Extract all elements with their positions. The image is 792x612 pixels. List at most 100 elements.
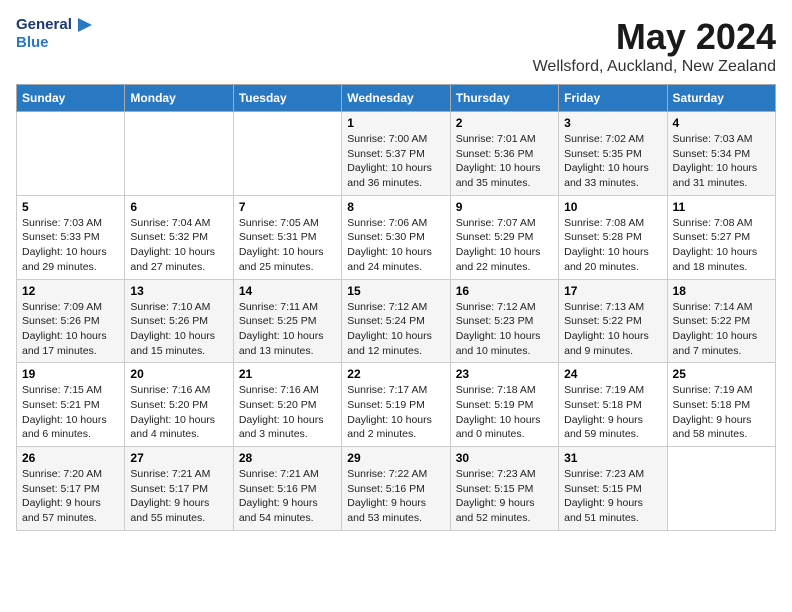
day-number: 7 <box>239 200 336 214</box>
weekday-header-tuesday: Tuesday <box>233 85 341 112</box>
day-number: 11 <box>673 200 770 214</box>
calendar-cell: 3 Sunrise: 7:02 AM Sunset: 5:35 PM Daylig… <box>559 112 667 196</box>
day-info: Sunrise: 7:12 AM Sunset: 5:24 PM Dayligh… <box>347 300 444 359</box>
day-info: Sunrise: 7:21 AM Sunset: 5:16 PM Dayligh… <box>239 467 336 526</box>
calendar-cell: 26 Sunrise: 7:20 AM Sunset: 5:17 PM Dayli… <box>17 447 125 531</box>
day-number: 8 <box>347 200 444 214</box>
day-number: 26 <box>22 451 119 465</box>
weekday-header-thursday: Thursday <box>450 85 558 112</box>
day-info: Sunrise: 7:21 AM Sunset: 5:17 PM Dayligh… <box>130 467 227 526</box>
day-number: 15 <box>347 284 444 298</box>
day-info: Sunrise: 7:17 AM Sunset: 5:19 PM Dayligh… <box>347 383 444 442</box>
day-info: Sunrise: 7:02 AM Sunset: 5:35 PM Dayligh… <box>564 132 661 191</box>
day-info: Sunrise: 7:14 AM Sunset: 5:22 PM Dayligh… <box>673 300 770 359</box>
day-info: Sunrise: 7:15 AM Sunset: 5:21 PM Dayligh… <box>22 383 119 442</box>
calendar-cell: 7 Sunrise: 7:05 AM Sunset: 5:31 PM Daylig… <box>233 195 341 279</box>
day-number: 14 <box>239 284 336 298</box>
day-info: Sunrise: 7:06 AM Sunset: 5:30 PM Dayligh… <box>347 216 444 275</box>
calendar-cell: 20Sunrise: 7:16 AM Sunset: 5:20 PM Dayli… <box>125 363 233 447</box>
calendar-cell: 16 Sunrise: 7:12 AM Sunset: 5:23 PM Dayli… <box>450 279 558 363</box>
day-number: 21 <box>239 367 336 381</box>
day-number: 27 <box>130 451 227 465</box>
page-header: General Blue May 2024 Wellsford, Aucklan… <box>16 16 776 76</box>
day-info: Sunrise: 7:16 AM Sunset: 5:20 PM Dayligh… <box>239 383 336 442</box>
logo-arrow-icon <box>74 16 92 34</box>
day-number: 28 <box>239 451 336 465</box>
day-number: 10 <box>564 200 661 214</box>
day-info: Sunrise: 7:03 AM Sunset: 5:34 PM Dayligh… <box>673 132 770 191</box>
day-number: 12 <box>22 284 119 298</box>
day-info: Sunrise: 7:09 AM Sunset: 5:26 PM Dayligh… <box>22 300 119 359</box>
day-number: 25 <box>673 367 770 381</box>
title-block: May 2024 Wellsford, Auckland, New Zealan… <box>533 16 776 76</box>
calendar-cell: 11Sunrise: 7:08 AM Sunset: 5:27 PM Dayli… <box>667 195 775 279</box>
calendar-cell: 30Sunrise: 7:23 AM Sunset: 5:15 PM Dayli… <box>450 447 558 531</box>
calendar-cell: 28 Sunrise: 7:21 AM Sunset: 5:16 PM Dayli… <box>233 447 341 531</box>
day-number: 1 <box>347 116 444 130</box>
calendar-table: SundayMondayTuesdayWednesdayThursdayFrid… <box>16 84 776 531</box>
day-number: 24 <box>564 367 661 381</box>
calendar-cell: 5Sunrise: 7:03 AM Sunset: 5:33 PM Daylig… <box>17 195 125 279</box>
day-number: 13 <box>130 284 227 298</box>
calendar-cell: 31Sunrise: 7:23 AM Sunset: 5:15 PM Dayli… <box>559 447 667 531</box>
weekday-header-sunday: Sunday <box>17 85 125 112</box>
day-info: Sunrise: 7:13 AM Sunset: 5:22 PM Dayligh… <box>564 300 661 359</box>
calendar-cell <box>125 112 233 196</box>
day-info: Sunrise: 7:08 AM Sunset: 5:28 PM Dayligh… <box>564 216 661 275</box>
day-number: 16 <box>456 284 553 298</box>
day-info: Sunrise: 7:12 AM Sunset: 5:23 PM Dayligh… <box>456 300 553 359</box>
calendar-week-row: 26 Sunrise: 7:20 AM Sunset: 5:17 PM Dayli… <box>17 447 776 531</box>
day-info: Sunrise: 7:23 AM Sunset: 5:15 PM Dayligh… <box>564 467 661 526</box>
calendar-cell: 22Sunrise: 7:17 AM Sunset: 5:19 PM Dayli… <box>342 363 450 447</box>
day-info: Sunrise: 7:04 AM Sunset: 5:32 PM Dayligh… <box>130 216 227 275</box>
day-info: Sunrise: 7:05 AM Sunset: 5:31 PM Dayligh… <box>239 216 336 275</box>
calendar-week-row: 1 Sunrise: 7:00 AM Sunset: 5:37 PM Daylig… <box>17 112 776 196</box>
day-number: 30 <box>456 451 553 465</box>
calendar-cell: 29 Sunrise: 7:22 AM Sunset: 5:16 PM Dayli… <box>342 447 450 531</box>
calendar-cell: 10 Sunrise: 7:08 AM Sunset: 5:28 PM Dayli… <box>559 195 667 279</box>
calendar-cell: 2 Sunrise: 7:01 AM Sunset: 5:36 PM Daylig… <box>450 112 558 196</box>
day-number: 6 <box>130 200 227 214</box>
calendar-cell: 1 Sunrise: 7:00 AM Sunset: 5:37 PM Daylig… <box>342 112 450 196</box>
weekday-header-friday: Friday <box>559 85 667 112</box>
calendar-cell: 24 Sunrise: 7:19 AM Sunset: 5:18 PM Dayli… <box>559 363 667 447</box>
day-info: Sunrise: 7:11 AM Sunset: 5:25 PM Dayligh… <box>239 300 336 359</box>
day-number: 23 <box>456 367 553 381</box>
calendar-cell <box>667 447 775 531</box>
day-info: Sunrise: 7:20 AM Sunset: 5:17 PM Dayligh… <box>22 467 119 526</box>
weekday-header-saturday: Saturday <box>667 85 775 112</box>
calendar-cell: 13 Sunrise: 7:10 AM Sunset: 5:26 PM Dayli… <box>125 279 233 363</box>
calendar-cell: 18 Sunrise: 7:14 AM Sunset: 5:22 PM Dayli… <box>667 279 775 363</box>
calendar-cell: 15 Sunrise: 7:12 AM Sunset: 5:24 PM Dayli… <box>342 279 450 363</box>
day-number: 3 <box>564 116 661 130</box>
calendar-cell <box>17 112 125 196</box>
day-info: Sunrise: 7:19 AM Sunset: 5:18 PM Dayligh… <box>564 383 661 442</box>
day-number: 9 <box>456 200 553 214</box>
day-info: Sunrise: 7:18 AM Sunset: 5:19 PM Dayligh… <box>456 383 553 442</box>
day-number: 17 <box>564 284 661 298</box>
day-number: 19 <box>22 367 119 381</box>
day-number: 29 <box>347 451 444 465</box>
day-number: 20 <box>130 367 227 381</box>
day-info: Sunrise: 7:07 AM Sunset: 5:29 PM Dayligh… <box>456 216 553 275</box>
calendar-cell <box>233 112 341 196</box>
weekday-header-row: SundayMondayTuesdayWednesdayThursdayFrid… <box>17 85 776 112</box>
weekday-header-wednesday: Wednesday <box>342 85 450 112</box>
day-info: Sunrise: 7:01 AM Sunset: 5:36 PM Dayligh… <box>456 132 553 191</box>
calendar-cell: 6 Sunrise: 7:04 AM Sunset: 5:32 PM Daylig… <box>125 195 233 279</box>
day-info: Sunrise: 7:03 AM Sunset: 5:33 PM Dayligh… <box>22 216 119 275</box>
logo: General Blue <box>16 16 92 51</box>
day-info: Sunrise: 7:00 AM Sunset: 5:37 PM Dayligh… <box>347 132 444 191</box>
logo-text: General Blue <box>16 16 92 51</box>
weekday-header-monday: Monday <box>125 85 233 112</box>
calendar-week-row: 19 Sunrise: 7:15 AM Sunset: 5:21 PM Dayli… <box>17 363 776 447</box>
day-number: 18 <box>673 284 770 298</box>
calendar-week-row: 5Sunrise: 7:03 AM Sunset: 5:33 PM Daylig… <box>17 195 776 279</box>
day-info: Sunrise: 7:10 AM Sunset: 5:26 PM Dayligh… <box>130 300 227 359</box>
calendar-cell: 14 Sunrise: 7:11 AM Sunset: 5:25 PM Dayli… <box>233 279 341 363</box>
day-info: Sunrise: 7:22 AM Sunset: 5:16 PM Dayligh… <box>347 467 444 526</box>
calendar-week-row: 12 Sunrise: 7:09 AM Sunset: 5:26 PM Dayli… <box>17 279 776 363</box>
day-number: 2 <box>456 116 553 130</box>
calendar-cell: 21 Sunrise: 7:16 AM Sunset: 5:20 PM Dayli… <box>233 363 341 447</box>
calendar-cell: 17 Sunrise: 7:13 AM Sunset: 5:22 PM Dayli… <box>559 279 667 363</box>
